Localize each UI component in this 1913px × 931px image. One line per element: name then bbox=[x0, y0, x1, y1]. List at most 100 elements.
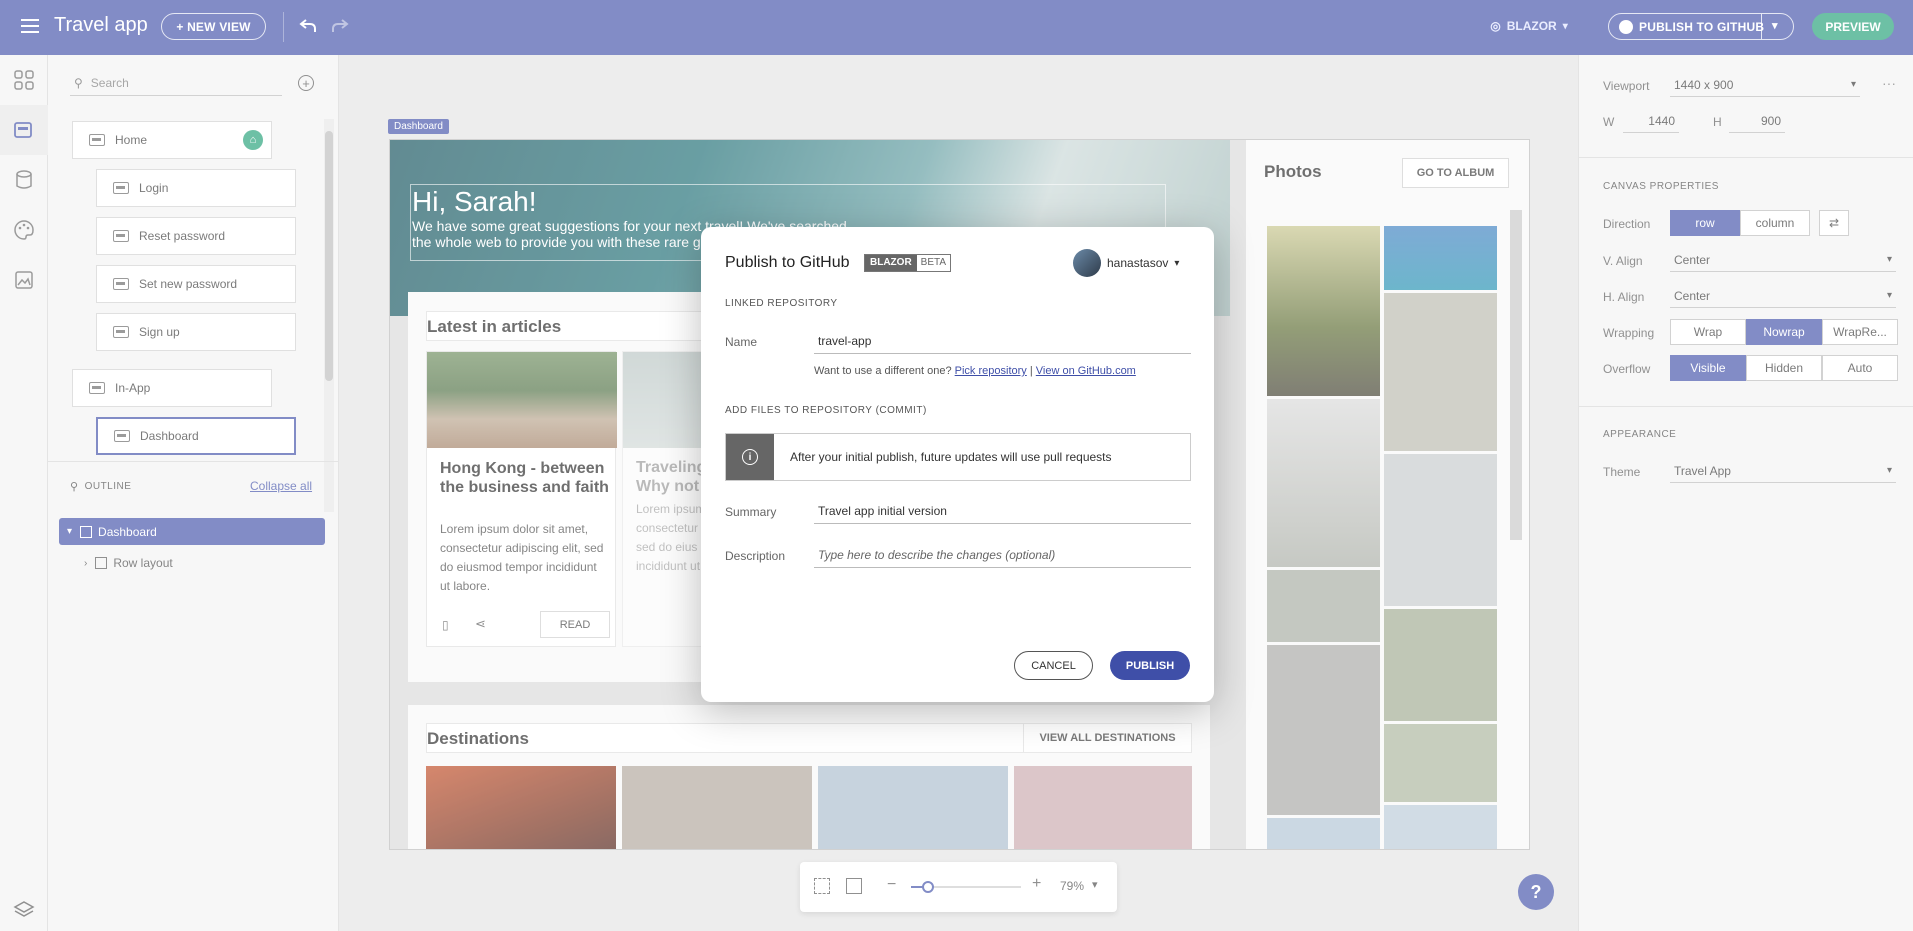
h-align-value: Center bbox=[1674, 288, 1711, 303]
wrap-reverse-button[interactable]: WrapRe... bbox=[1822, 319, 1898, 345]
theme-select[interactable]: Travel App ▾ bbox=[1670, 459, 1896, 483]
palette-icon[interactable] bbox=[0, 205, 48, 255]
go-to-album-button[interactable]: GO TO ALBUM bbox=[1402, 158, 1509, 188]
blazor-framework-selector[interactable]: ◎ BLAZOR ▾ bbox=[1486, 14, 1572, 38]
panel-divider bbox=[1579, 406, 1913, 407]
page-item-dashboard[interactable]: Dashboard bbox=[96, 417, 296, 455]
bookmark-icon[interactable]: ▯ bbox=[442, 618, 449, 632]
photo-sky bbox=[1384, 805, 1497, 849]
description-field[interactable]: Type here to describe the changes (optio… bbox=[814, 542, 1191, 568]
views-icon[interactable] bbox=[0, 105, 48, 155]
scrollbar-thumb[interactable] bbox=[325, 131, 333, 381]
pick-repository-link[interactable]: Pick repository bbox=[955, 365, 1027, 377]
h-align-label: H. Align bbox=[1603, 290, 1645, 304]
search-icon: ⚲ bbox=[74, 75, 83, 90]
more-options-icon[interactable]: ··· bbox=[1882, 75, 1896, 91]
theme-value: Travel App bbox=[1674, 463, 1731, 478]
destination-image-sunset bbox=[1014, 766, 1192, 849]
destination-image-tree bbox=[818, 766, 1008, 849]
height-input[interactable]: 900 bbox=[1729, 109, 1785, 133]
page-item-home[interactable]: Home ⌂ bbox=[72, 121, 272, 159]
search-box[interactable]: ⚲ Search bbox=[70, 70, 282, 96]
collapse-all-link[interactable]: Collapse all bbox=[250, 479, 312, 493]
overflow-hidden-button[interactable]: Hidden bbox=[1746, 355, 1822, 381]
view-badge[interactable]: Dashboard bbox=[388, 119, 449, 134]
overflow-auto-button[interactable]: Auto bbox=[1822, 355, 1898, 381]
fit-screen-icon[interactable] bbox=[814, 878, 830, 894]
panel-divider bbox=[1579, 157, 1913, 158]
wrap-button[interactable]: Wrap bbox=[1670, 319, 1746, 345]
swap-direction-icon[interactable]: ⇄ bbox=[1819, 210, 1849, 236]
help-icon[interactable]: ? bbox=[1518, 874, 1554, 910]
page-item-reset-password[interactable]: Reset password bbox=[96, 217, 296, 255]
photos-scrollbar[interactable] bbox=[1510, 210, 1522, 540]
read-button[interactable]: READ bbox=[540, 611, 610, 638]
summary-label: Summary bbox=[725, 505, 777, 519]
photo-island bbox=[1384, 226, 1497, 290]
link-separator: | bbox=[1029, 365, 1033, 377]
chevron-down-icon[interactable]: ▾ bbox=[1772, 19, 1778, 32]
page-item-login[interactable]: Login bbox=[96, 169, 296, 207]
add-view-icon[interactable]: + bbox=[298, 75, 314, 91]
page-item-in-app[interactable]: In-App bbox=[72, 369, 272, 407]
h-align-select[interactable]: Center ▾ bbox=[1670, 284, 1896, 308]
direction-row-button[interactable]: row bbox=[1670, 210, 1740, 236]
page-label: Home bbox=[115, 133, 148, 147]
viewport-select[interactable]: 1440 x 900 ▾ bbox=[1670, 73, 1860, 97]
badge-beta-label: BETA bbox=[916, 255, 951, 271]
redo-icon[interactable] bbox=[328, 14, 352, 38]
chevron-right-icon[interactable]: › bbox=[84, 558, 87, 569]
zoom-level[interactable]: 79% bbox=[1060, 879, 1084, 893]
photo-sky-2 bbox=[1267, 818, 1380, 849]
zoom-slider-thumb[interactable] bbox=[921, 881, 934, 893]
nowrap-button[interactable]: Nowrap bbox=[1746, 319, 1822, 345]
avatar bbox=[1073, 249, 1101, 277]
chevron-down-icon: ▾ bbox=[1886, 290, 1892, 301]
info-text: After your initial publish, future updat… bbox=[790, 450, 1112, 464]
publish-to-github-button[interactable]: PUBLISH TO GITHUB ▾ bbox=[1608, 13, 1794, 40]
destinations-card: Destinations VIEW ALL DESTINATIONS bbox=[408, 705, 1210, 849]
photo-mountains bbox=[1384, 454, 1497, 606]
article-card-1[interactable]: Hong Kong - between the business and fai… bbox=[426, 351, 617, 647]
view-all-destinations-button[interactable]: VIEW ALL DESTINATIONS bbox=[1023, 724, 1191, 752]
page-item-sign-up[interactable]: Sign up bbox=[96, 313, 296, 351]
chevron-down-icon[interactable]: ▾ bbox=[1092, 878, 1098, 891]
chevron-down-icon: ▾ bbox=[1562, 20, 1568, 32]
width-input[interactable]: 1440 bbox=[1623, 109, 1679, 133]
overflow-visible-button[interactable]: Visible bbox=[1670, 355, 1746, 381]
chevron-down-icon[interactable]: ▾ bbox=[67, 526, 72, 537]
direction-column-button[interactable]: column bbox=[1740, 210, 1810, 236]
data-icon[interactable] bbox=[0, 155, 48, 205]
layout-icon bbox=[80, 525, 93, 538]
share-icon[interactable]: ⋖ bbox=[475, 616, 486, 632]
new-view-button[interactable]: + NEW VIEW bbox=[161, 13, 266, 40]
tree-item-row-layout[interactable]: › Row layout bbox=[84, 552, 173, 574]
appearance-heading: APPEARANCE bbox=[1603, 429, 1677, 440]
tree-label: Row layout bbox=[113, 556, 173, 570]
zoom-slider[interactable] bbox=[911, 881, 1021, 893]
pages-scrollbar[interactable] bbox=[324, 119, 334, 512]
zoom-out-icon[interactable]: − bbox=[887, 876, 896, 894]
top-bar: Travel app + NEW VIEW ◎ BLAZOR ▾ PUBLISH… bbox=[0, 0, 1913, 55]
fullscreen-icon[interactable] bbox=[846, 878, 862, 894]
cancel-button[interactable]: CANCEL bbox=[1014, 651, 1093, 680]
repository-name-field[interactable]: travel-app bbox=[814, 328, 1191, 354]
page-label: Sign up bbox=[139, 325, 180, 339]
layers-icon[interactable] bbox=[0, 885, 48, 931]
publish-button[interactable]: PUBLISH bbox=[1110, 651, 1190, 680]
hamburger-menu-icon[interactable] bbox=[18, 14, 42, 38]
preview-button[interactable]: PREVIEW bbox=[1812, 13, 1894, 40]
info-icon: i bbox=[726, 434, 774, 480]
user-account-selector[interactable]: hanastasov ▾ bbox=[1073, 249, 1179, 277]
view-on-github-link[interactable]: View on GitHub.com bbox=[1036, 365, 1136, 377]
summary-field[interactable]: Travel app initial version bbox=[814, 498, 1191, 524]
page-icon bbox=[89, 134, 105, 146]
destination-image-mountain bbox=[622, 766, 812, 849]
zoom-in-icon[interactable]: + bbox=[1032, 875, 1041, 893]
tree-item-dashboard[interactable]: ▾ Dashboard bbox=[59, 518, 325, 545]
v-align-select[interactable]: Center ▾ bbox=[1670, 248, 1896, 272]
undo-icon[interactable] bbox=[296, 14, 320, 38]
components-icon[interactable] bbox=[0, 55, 48, 105]
page-item-set-new-password[interactable]: Set new password bbox=[96, 265, 296, 303]
assets-icon[interactable] bbox=[0, 255, 48, 305]
